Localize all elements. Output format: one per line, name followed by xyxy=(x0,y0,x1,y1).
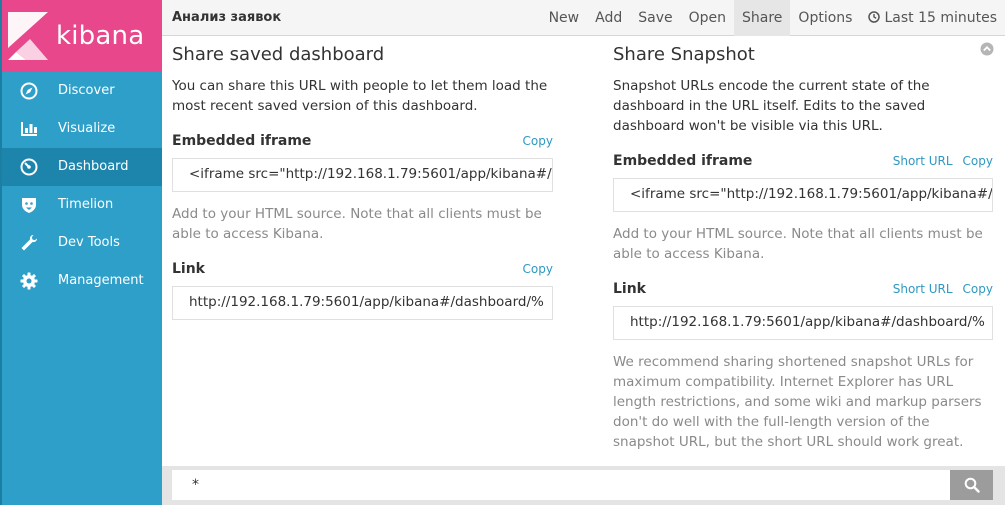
dashboard-icon xyxy=(20,158,38,176)
kibana-logo-icon xyxy=(8,12,48,60)
query-bar xyxy=(162,466,1005,505)
snapshot-embed-short-url-link[interactable]: Short URL xyxy=(893,154,953,168)
menu-save-button[interactable]: Save xyxy=(630,0,680,36)
sidebar-item-management[interactable]: Management xyxy=(2,262,162,300)
snapshot-link-url-field[interactable]: http://192.168.1.79:5601/app/kibana#/das… xyxy=(613,306,993,340)
time-range-label: Last 15 minutes xyxy=(884,10,997,26)
time-picker-button[interactable]: Last 15 minutes xyxy=(860,0,1005,36)
sidebar-item-visualize[interactable]: Visualize xyxy=(2,110,162,148)
sidebar-item-discover[interactable]: Discover xyxy=(2,72,162,110)
sidebar-nav: Discover Visualize Dashboard Timelion De… xyxy=(2,72,162,300)
sidebar: kibana Discover Visualize Dashboard Time… xyxy=(0,0,162,505)
bar-chart-icon xyxy=(21,122,37,136)
query-input[interactable] xyxy=(172,470,950,500)
menu-options-button[interactable]: Options xyxy=(790,0,860,36)
saved-embed-actions: Copy xyxy=(513,134,553,148)
sidebar-item-label: Dev Tools xyxy=(58,235,120,250)
menu-add-button[interactable]: Add xyxy=(587,0,630,36)
wrench-icon xyxy=(21,235,37,251)
share-saved-title: Share saved dashboard xyxy=(172,44,385,65)
snapshot-recommendation: We recommend sharing shortened snapshot … xyxy=(613,354,982,450)
snapshot-embed-copy-link[interactable]: Copy xyxy=(963,154,993,168)
snapshot-link-copy-link[interactable]: Copy xyxy=(963,282,993,296)
saved-embed-url-field[interactable]: <iframe src="http://192.168.1.79:5601/ap… xyxy=(172,158,553,192)
sidebar-item-label: Management xyxy=(58,273,144,288)
snapshot-embed-actions: Short URL Copy xyxy=(883,154,993,168)
saved-embed-hint: Add to your HTML source. Note that all c… xyxy=(172,206,542,242)
top-nav-bar: Анализ заявок New Add Save Open Share Op… xyxy=(162,0,1005,36)
sidebar-item-dashboard[interactable]: Dashboard xyxy=(2,148,162,186)
menu-share-button[interactable]: Share xyxy=(734,0,791,36)
kibana-logo[interactable]: kibana xyxy=(2,0,162,72)
chevron-up-circle-icon[interactable] xyxy=(980,42,994,56)
sidebar-item-timelion[interactable]: Timelion xyxy=(2,186,162,224)
share-snapshot-description: Snapshot URLs encode the current state o… xyxy=(613,78,930,134)
sidebar-item-label: Visualize xyxy=(58,121,116,136)
sidebar-item-dev-tools[interactable]: Dev Tools xyxy=(2,224,162,262)
saved-embed-copy-link[interactable]: Copy xyxy=(523,134,553,148)
share-snapshot-title: Share Snapshot xyxy=(613,44,755,65)
top-menu: New Add Save Open Share Options Last 15 … xyxy=(541,0,1005,36)
search-button[interactable] xyxy=(950,470,993,500)
saved-link-label: Link xyxy=(172,261,205,277)
snapshot-link-actions: Short URL Copy xyxy=(883,282,993,296)
menu-open-button[interactable]: Open xyxy=(681,0,734,36)
saved-link-url-field[interactable]: http://192.168.1.79:5601/app/kibana#/das… xyxy=(172,286,553,320)
sidebar-item-label: Discover xyxy=(58,83,115,98)
compass-icon xyxy=(20,82,38,100)
snapshot-embed-url-field[interactable]: <iframe src="http://192.168.1.79:5601/ap… xyxy=(613,178,993,212)
clock-icon xyxy=(868,11,881,23)
sidebar-item-label: Dashboard xyxy=(58,159,129,174)
snapshot-embed-hint: Add to your HTML source. Note that all c… xyxy=(613,226,983,262)
logo-text: kibana xyxy=(56,21,145,51)
snapshot-link-short-url-link[interactable]: Short URL xyxy=(893,282,953,296)
sidebar-item-label: Timelion xyxy=(58,197,114,212)
snapshot-embed-label: Embedded iframe xyxy=(613,153,753,169)
menu-new-button[interactable]: New xyxy=(541,0,588,36)
saved-link-actions: Copy xyxy=(513,262,553,276)
share-saved-description: You can share this URL with people to le… xyxy=(172,78,548,114)
saved-embed-label: Embedded iframe xyxy=(172,133,312,149)
search-icon xyxy=(964,477,980,493)
snapshot-link-label: Link xyxy=(613,281,646,297)
share-panel: Share saved dashboard You can share this… xyxy=(162,36,1005,466)
dashboard-title: Анализ заявок xyxy=(172,10,282,25)
gear-icon xyxy=(20,272,38,290)
timelion-icon xyxy=(22,198,36,213)
saved-link-copy-link[interactable]: Copy xyxy=(523,262,553,276)
